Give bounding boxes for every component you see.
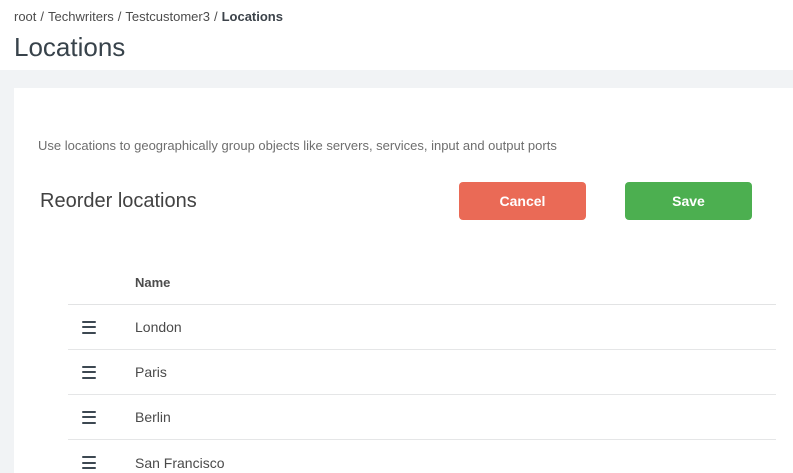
- table-row: London: [68, 305, 776, 350]
- page-header: root/Techwriters/Testcustomer3/Locations…: [0, 0, 793, 70]
- breadcrumb-separator: /: [214, 9, 218, 24]
- breadcrumb-item-testcustomer3[interactable]: Testcustomer3: [125, 9, 210, 24]
- location-name: San Francisco: [135, 455, 224, 471]
- content-area: Use locations to geographically group ob…: [0, 70, 793, 473]
- table-row: San Francisco: [68, 440, 776, 473]
- table-header-row: Name: [68, 260, 776, 305]
- name-column-header: Name: [135, 275, 170, 290]
- breadcrumb-item-root[interactable]: root: [14, 9, 36, 24]
- table-row: Paris: [68, 350, 776, 395]
- location-name: London: [135, 319, 182, 335]
- breadcrumb-separator: /: [118, 9, 122, 24]
- breadcrumb-item-techwriters[interactable]: Techwriters: [48, 9, 114, 24]
- cancel-button[interactable]: Cancel: [459, 182, 586, 220]
- page-title: Locations: [14, 33, 779, 61]
- page: root/Techwriters/Testcustomer3/Locations…: [0, 0, 793, 473]
- reorder-heading: Reorder locations: [40, 190, 459, 213]
- save-button[interactable]: Save: [625, 182, 752, 220]
- breadcrumb-separator: /: [40, 9, 44, 24]
- breadcrumb-item-current: Locations: [222, 9, 283, 24]
- drag-handle-icon[interactable]: [82, 366, 96, 379]
- reorder-toolbar: Reorder locations Cancel Save: [40, 182, 793, 220]
- table-row: Berlin: [68, 395, 776, 440]
- drag-handle-icon[interactable]: [82, 321, 96, 334]
- location-name: Berlin: [135, 409, 171, 425]
- locations-description: Use locations to geographically group ob…: [38, 138, 793, 153]
- drag-handle-icon[interactable]: [82, 456, 96, 469]
- locations-card: Use locations to geographically group ob…: [14, 88, 793, 473]
- drag-handle-icon[interactable]: [82, 411, 96, 424]
- breadcrumb: root/Techwriters/Testcustomer3/Locations: [14, 9, 779, 24]
- locations-table: Name London Paris Berlin San Francisco: [68, 260, 776, 473]
- location-name: Paris: [135, 364, 167, 380]
